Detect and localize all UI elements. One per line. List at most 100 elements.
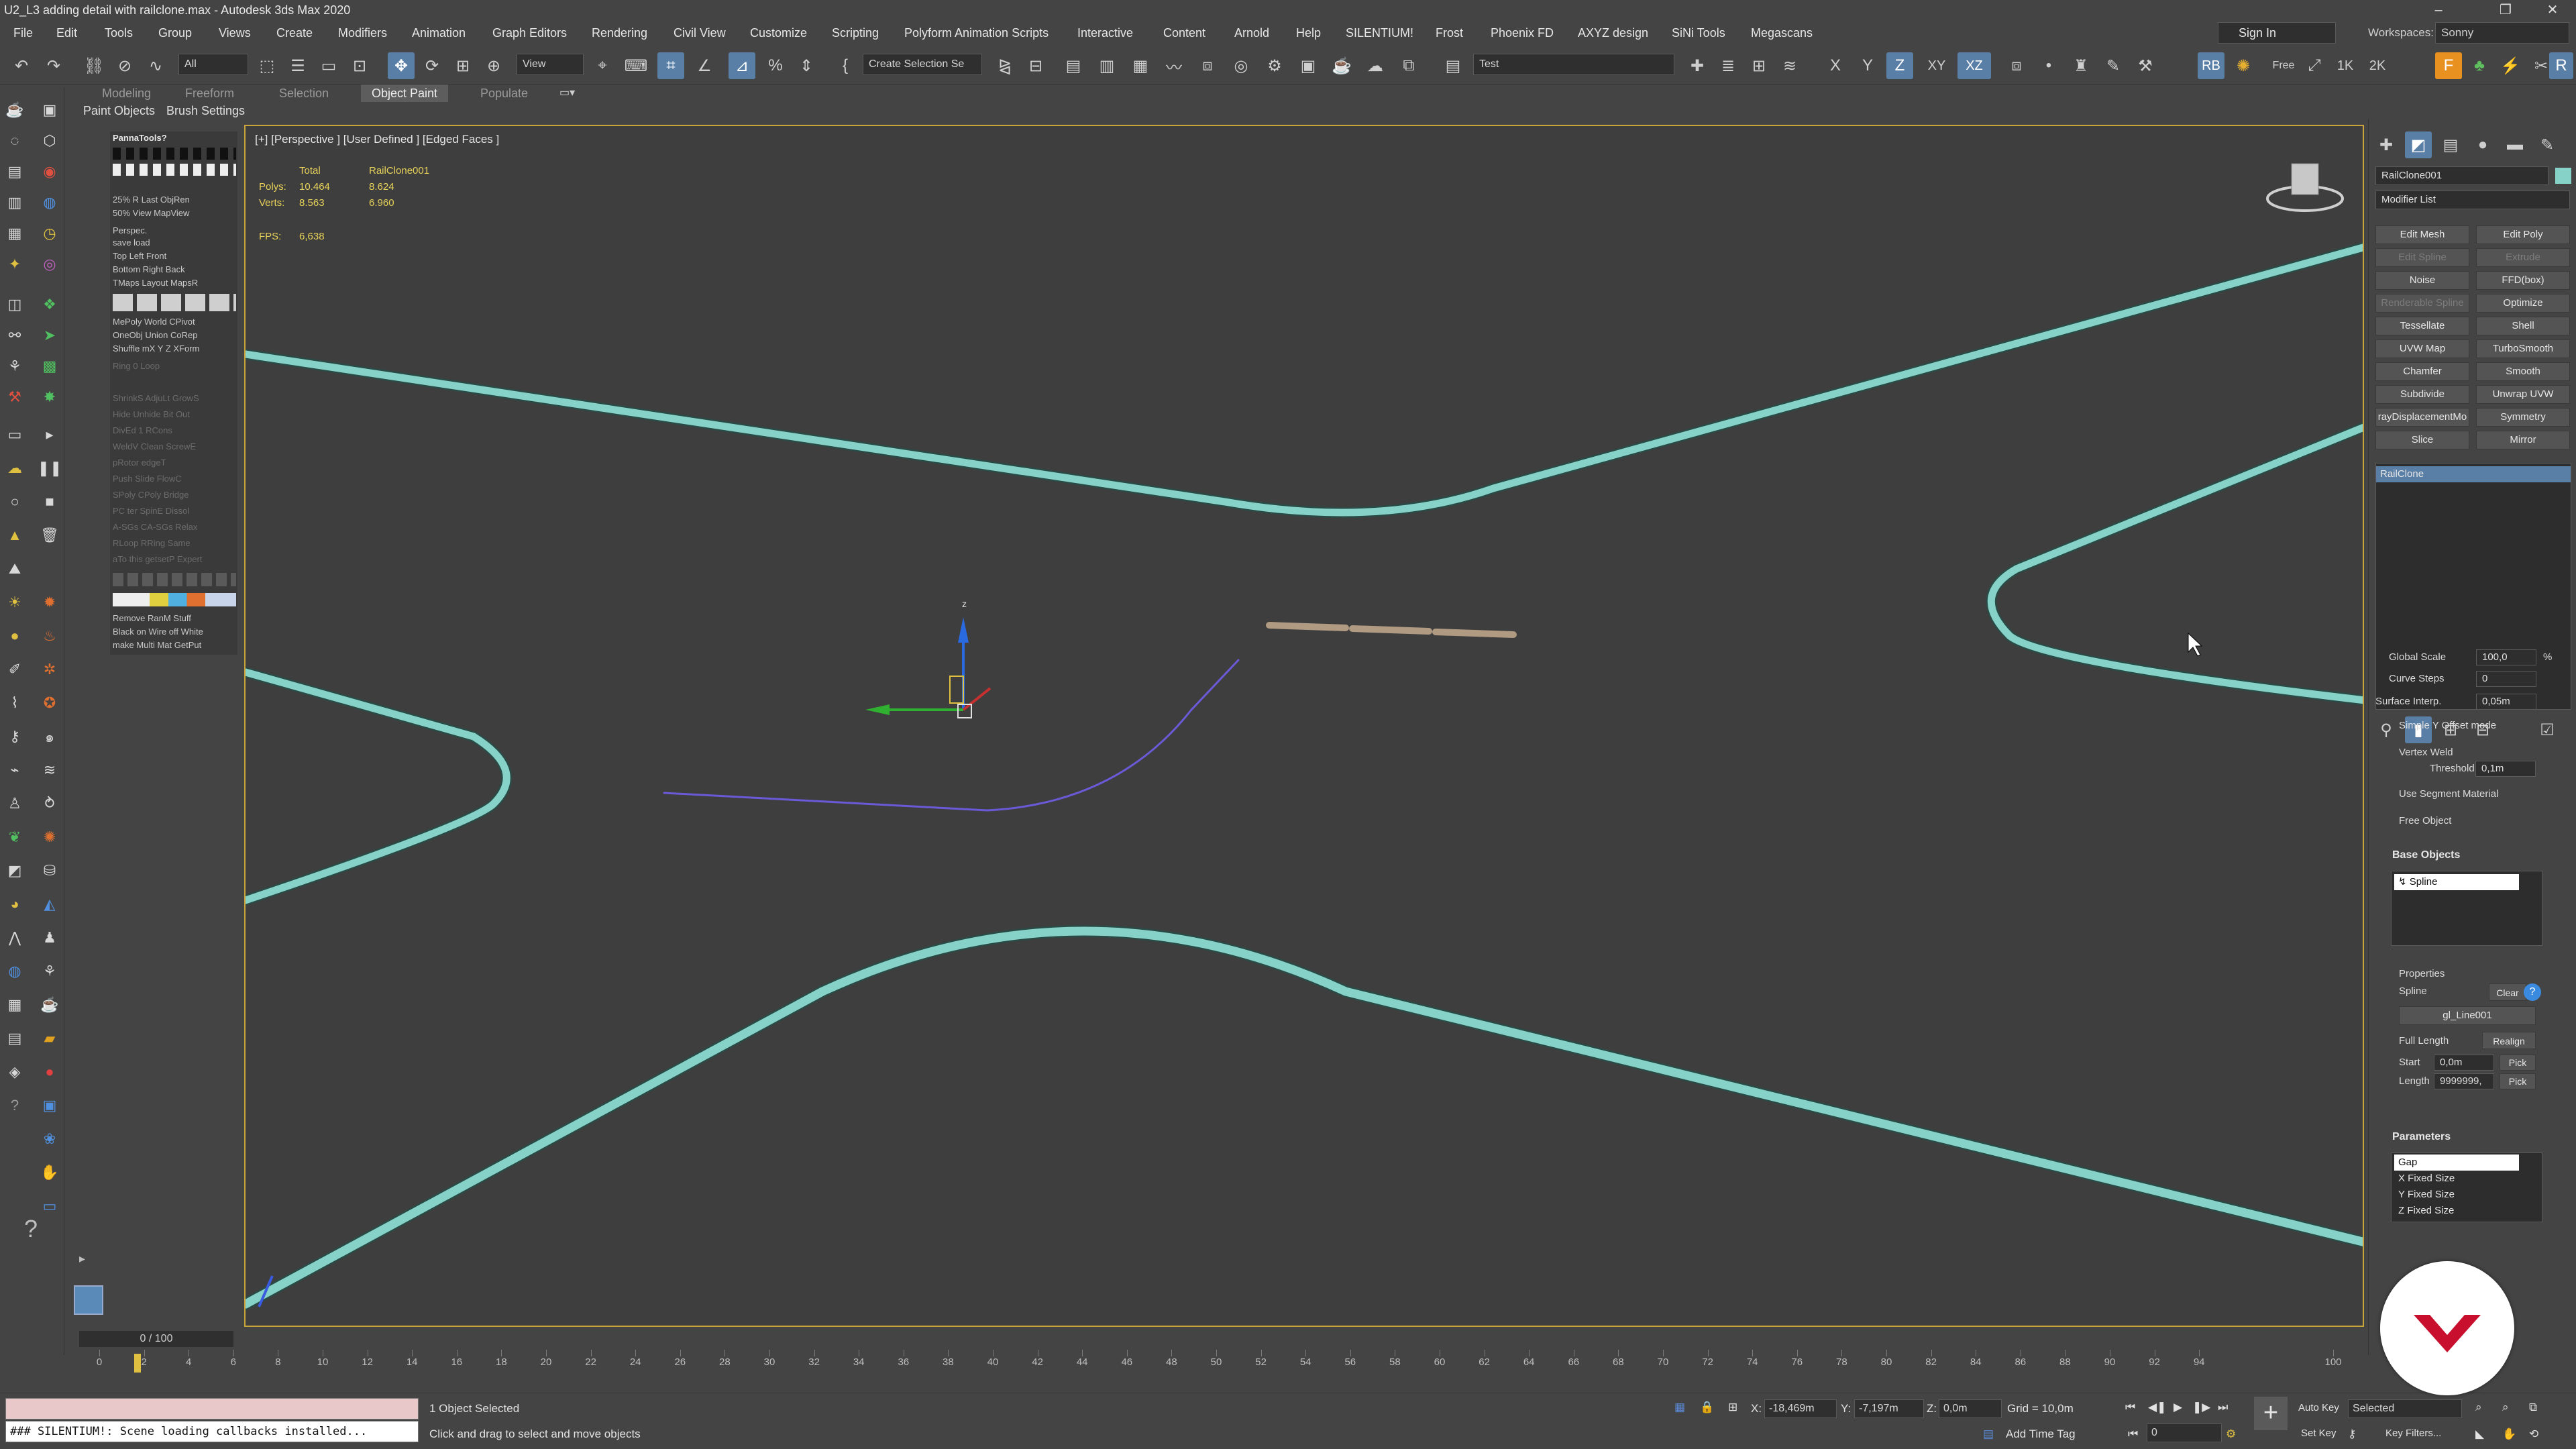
selection-filter-dropdown[interactable]: All [178,54,248,75]
next-frame-icon[interactable]: ❚▶ [2192,1401,2210,1414]
modifier-button[interactable]: Chamfer [2375,362,2469,381]
menu-help[interactable]: Help [1296,20,1321,46]
shirt-icon[interactable]: ♜ [2068,52,2094,79]
blue-drop-icon[interactable]: ◭ [38,892,62,916]
ribbon-tab-freeform[interactable]: Freeform [185,85,234,102]
motion-tab-icon[interactable]: ● [2469,131,2496,158]
modifier-button[interactable]: Noise [2375,271,2469,290]
select-move-icon[interactable]: ✥ [388,52,415,79]
axis-xy-button[interactable]: XY [1920,52,1953,79]
puzzle-icon[interactable]: ◈ [3,1060,27,1084]
reference-coordinate-dropdown[interactable]: View [517,54,584,75]
modifier-list-dropdown[interactable]: Modifier List [2375,191,2570,209]
toggle-ribbon-icon[interactable]: ▦ [1127,52,1154,79]
tools-icon[interactable]: ⚒ [3,385,27,409]
res-1k-button[interactable]: 1K [2332,52,2359,79]
modify-tab-icon[interactable]: ◩ [2405,131,2432,158]
go-to-end-icon[interactable]: ⏭ [2218,1401,2228,1414]
create-new-layer-icon[interactable]: ✚ [1684,52,1711,79]
pannatools-row[interactable]: PC ter SpinE Dissol [113,504,236,518]
help-circle-icon[interactable]: ? [3,1093,27,1118]
menu-polyform[interactable]: Polyform Animation Scripts [904,20,1049,46]
parameter-item[interactable]: Y Fixed Size [2394,1187,2519,1203]
angle-snap-icon[interactable]: ∠ [691,52,718,79]
pannatools-row[interactable]: Shuffle mX Y Z XForm [113,342,236,356]
pannatools-row[interactable]: SPoly CPoly Bridge [113,488,236,502]
cup-icon[interactable]: ☕ [38,993,62,1017]
flame-icon[interactable]: ♨ [38,624,62,648]
select-in-layer-icon[interactable]: ⊞ [1746,52,1772,79]
snaps-toggle-icon[interactable]: ⌗ [657,52,684,79]
globe-small-icon[interactable]: ◍ [3,959,27,983]
tree-icon[interactable]: ♣ [2466,52,2493,79]
hat-icon[interactable]: ▲ [3,523,27,547]
blue-badge-icon[interactable]: ▣ [38,1093,62,1118]
orbit-icon[interactable]: ⟲ [2529,1428,2538,1441]
swatch-row-light[interactable] [113,164,236,176]
pause-icon[interactable]: ❚❚ [38,456,62,480]
undo-icon[interactable]: ↶ [8,52,35,79]
parameters-title[interactable]: Parameters [2392,1131,2451,1143]
star-icon[interactable]: ✸ [38,385,62,409]
axis-y-button[interactable]: Y [1854,52,1881,79]
curve-editor-icon[interactable]: 〰 [1161,52,1187,79]
help-blue-icon[interactable]: ? [2524,983,2541,1001]
folder-icon[interactable]: ▭ [3,423,27,447]
menu-sini-tools[interactable]: SiNi Tools [1672,20,1725,46]
object-color-swatch[interactable] [2555,168,2571,184]
restore-icon[interactable]: ❐ [2482,0,2529,20]
pannatools-row[interactable]: OneObj Union CoRep [113,329,236,342]
vertex-weld-checkbox[interactable]: Vertex Weld [2399,745,2453,761]
pannatools-row[interactable]: Bottom Right Back [113,263,236,276]
render-production-icon[interactable]: ☕ [1328,52,1355,79]
edit-named-selection-icon[interactable]: { [832,52,859,79]
select-by-name-icon[interactable]: ☰ [284,52,311,79]
object-name-field[interactable]: RailClone001 [2375,166,2548,185]
menu-megascans[interactable]: Megascans [1751,20,1813,46]
time-slider-thumb[interactable] [134,1354,141,1373]
play-icon[interactable]: ▶ [2174,1401,2182,1414]
select-rotate-icon[interactable]: ⟳ [419,52,445,79]
bind-spacewarp-icon[interactable]: ∿ [142,52,169,79]
menu-civil-view[interactable]: Civil View [674,20,726,46]
window-crossing-icon[interactable]: ⊡ [346,52,373,79]
orange-tool-icon[interactable]: ✲ [38,657,62,682]
stop-icon[interactable]: ■ [38,490,62,514]
pannatools-row[interactable]: Push Slide FlowC [113,472,236,486]
box-icon[interactable]: ▣ [38,98,62,122]
swatch-row-dark[interactable] [113,148,236,160]
document-icon[interactable]: ▥ [3,191,27,215]
menu-arnold[interactable]: Arnold [1234,20,1269,46]
modifier-button[interactable]: Edit Spline [2375,248,2469,267]
perspective-viewport[interactable]: [+] [Perspective ] [User Defined ] [Edge… [244,125,2364,1327]
menu-customize[interactable]: Customize [750,20,807,46]
absolute-mode-icon[interactable]: ⊞ [1728,1401,1737,1414]
brush-icon[interactable]: ✎ [2100,52,2127,79]
viewport-icons-row[interactable] [113,294,236,311]
rc-icon[interactable]: R [2549,52,2573,79]
pannatools-row[interactable]: WeldV Clean ScrewE [113,440,236,453]
workspaces-dropdown[interactable]: Sonny [2435,22,2569,44]
teapot-icon[interactable]: ☕ [3,98,27,122]
pannatools-row[interactable]: 25% R Last ObjRen [113,193,236,207]
set-key-icon[interactable]: + [2254,1397,2288,1430]
image-icon[interactable]: ▤ [3,160,27,184]
collapse-arrow-icon[interactable]: ▸ [79,1252,85,1266]
modifier-button[interactable]: FFD(box) [2476,271,2570,290]
modifier-button[interactable]: Tessellate [2375,317,2469,335]
modifier-button[interactable]: Optimize [2476,294,2570,313]
pannatools-row[interactable]: DivEd 1 RCons [113,424,236,437]
menu-edit[interactable]: Edit [56,20,77,46]
blue-plant-icon[interactable]: ❀ [38,1127,62,1151]
modifier-button[interactable]: rayDisplacementMo [2375,408,2469,427]
set-key-button[interactable]: Set Key [2301,1428,2337,1439]
hammer-icon[interactable]: ⚒ [2132,52,2159,79]
sack-icon[interactable]: ◕ [3,892,27,916]
pannatools-row[interactable]: pRotor edgeT [113,456,236,470]
cube-icon[interactable]: ⬡ [38,129,62,153]
layer-dropdown[interactable]: Test [1473,54,1674,75]
pannatools-row[interactable]: RLoop RRing Same [113,537,236,550]
pannatools-row[interactable]: save load [113,236,236,250]
sign-in-dropdown[interactable]: Sign In [2218,22,2336,44]
link-icon[interactable]: ⛓ [80,52,107,79]
